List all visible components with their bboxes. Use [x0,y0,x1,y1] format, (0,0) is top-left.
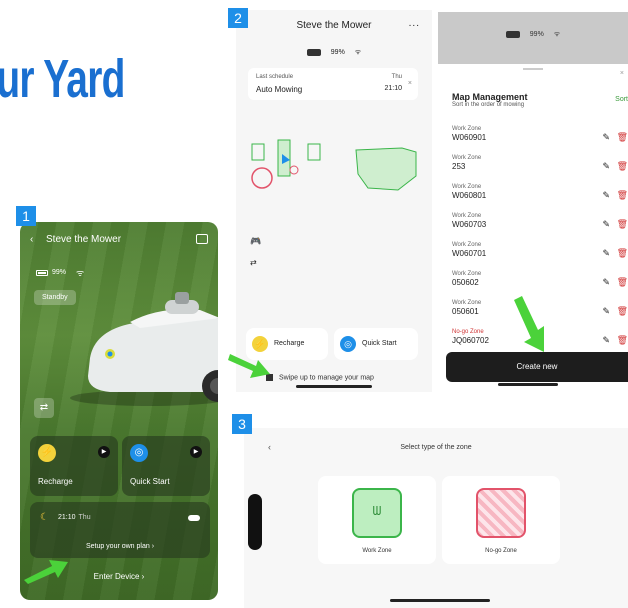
sheet-subtitle: Sort in the order of mowing [452,102,525,108]
mower-image [70,292,218,406]
trash-icon[interactable]: 🗑 [617,219,628,230]
last-schedule-card[interactable]: Last schedule Auto Mowing Thu 21:10 × [248,68,418,100]
sheet-title: Map Management [452,92,528,102]
pencil-icon[interactable]: ✎ [602,161,610,172]
no-go-zone-option[interactable]: No-go Zone [442,476,560,564]
schedule-time: 21:10 Thu [58,514,91,521]
step-badge-1: 1 [16,206,36,226]
quick-start-card[interactable]: ◎ ▶ Quick Start [122,436,210,496]
device-title: Steve the Mower [296,20,372,31]
trash-icon[interactable]: 🗑 [617,335,628,346]
arrow-icon [228,354,270,378]
last-schedule-value: Auto Mowing [256,85,303,94]
list-item[interactable]: Work Zone W060703 ✎ 🗑 [452,213,628,242]
pencil-icon[interactable]: ✎ [602,190,610,201]
recharge-label: Recharge [274,340,305,347]
work-zone-tile: ᗯ [352,488,402,538]
recharge-card[interactable]: ⚡ ▶ Recharge [30,436,118,496]
pencil-icon[interactable]: ✎ [602,132,610,143]
no-go-zone-label: No-go Zone [485,548,517,554]
quick-start-label: Quick Start [362,340,397,347]
lawn-map[interactable] [246,134,428,214]
quick-start-label: Quick Start [130,477,170,486]
setup-plan-link[interactable]: Setup your own plan › [30,543,210,550]
no-go-zone-tile [476,488,526,538]
work-zone-label: Work Zone [362,548,392,554]
map-adjust-button[interactable]: ⇄ [34,398,54,418]
headline: ur Yard [0,49,125,109]
home-indicator [390,599,490,602]
map-home-screen: Steve the Mower ... 99% ᯤ Last schedule … [236,10,432,392]
pencil-icon[interactable]: ✎ [602,306,610,317]
status-bar: 99% ᯤ [438,30,628,39]
back-icon[interactable]: ‹ [30,234,33,245]
last-schedule-label: Last schedule [256,74,294,80]
dimmed-header: 99% ᯤ [438,12,628,64]
battery-level: 99% [52,269,67,276]
battery-icon [505,31,520,38]
pencil-icon[interactable]: ✎ [602,248,610,259]
schedule-card[interactable]: ☾ 21:10 Thu Setup your own plan › [30,502,210,558]
pencil-icon[interactable]: ✎ [602,335,610,346]
battery-level: 99% [529,31,544,38]
bolt-icon: ⚡ [38,444,56,462]
step-badge-3: 3 [232,414,252,434]
status-bar: 99% ᯤ [236,48,432,57]
work-zone-option[interactable]: ᗯ Work Zone [318,476,436,564]
device-home-screen: ‹ Steve the Mower 99% ᯤ Standby ⇄ ⚡ ▶ Re… [20,222,218,600]
gamepad-icon[interactable]: 🎮 [250,236,261,247]
moon-icon: ☾ [40,512,49,523]
arrow-icon [514,296,544,352]
side-handle[interactable] [248,494,262,550]
header: ‹ Steve the Mower [30,234,208,248]
wifi-icon: ᯤ [354,49,362,56]
grass-icon: ᗯ [372,504,382,518]
battery-icon [306,49,321,56]
wifi-icon: ᯤ [76,268,85,278]
battery-level: 99% [330,49,345,56]
drag-handle[interactable] [523,68,543,70]
wifi-icon: ᯤ [553,31,561,38]
status-bar: 99% ᯤ [36,266,84,279]
close-icon[interactable]: × [408,80,412,87]
swipe-hint[interactable]: Swipe up to manage your map [266,374,374,381]
adjust-icon[interactable]: ⇄ [250,258,257,267]
pencil-icon[interactable]: ✎ [602,277,610,288]
arrow-icon [24,560,68,584]
play-icon[interactable]: ▶ [190,446,202,458]
create-new-button[interactable]: Create new [446,352,628,382]
step-badge-2: 2 [228,8,248,28]
last-schedule-time: 21:10 [384,85,402,92]
trash-icon[interactable]: 🗑 [617,306,628,317]
last-schedule-day: Thu [391,74,402,80]
trash-icon[interactable]: 🗑 [617,190,628,201]
quick-start-icon: ◎ [130,444,148,462]
list-item[interactable]: Work Zone W060801 ✎ 🗑 [452,184,628,213]
quick-start-icon: ◎ [340,336,356,352]
device-title: Steve the Mower [46,234,122,245]
recharge-label: Recharge [38,477,73,486]
message-icon[interactable] [196,234,208,244]
trash-icon[interactable]: 🗑 [617,161,628,172]
play-icon[interactable]: ▶ [98,446,110,458]
select-zone-type-screen: ‹ Select type of the zone ᗯ Work Zone No… [244,428,628,608]
list-item[interactable]: Work Zone 253 ✎ 🗑 [452,155,628,184]
home-indicator [296,385,372,388]
trash-icon[interactable]: 🗑 [617,277,628,288]
quick-start-button[interactable]: ◎ Quick Start [334,328,418,360]
trash-icon[interactable]: 🗑 [617,248,628,259]
home-indicator [498,383,558,386]
list-item[interactable]: Work Zone W060901 ✎ 🗑 [452,126,628,155]
pencil-icon[interactable]: ✎ [602,219,610,230]
schedule-toggle[interactable] [188,515,200,521]
trash-icon[interactable]: 🗑 [617,132,628,143]
list-item[interactable]: Work Zone W060701 ✎ 🗑 [452,242,628,271]
screen-title: Select type of the zone [400,444,472,451]
close-icon[interactable]: × [620,70,624,77]
sort-button[interactable]: Sort [615,96,628,103]
battery-icon [36,269,48,276]
more-icon[interactable]: ... [409,18,420,29]
